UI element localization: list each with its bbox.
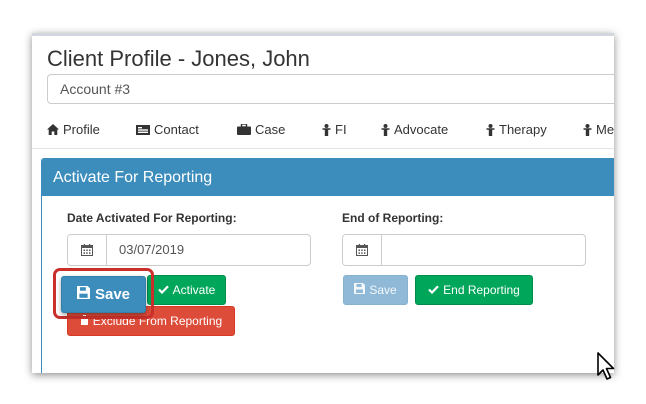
- panel-title: Activate For Reporting: [42, 159, 614, 196]
- tab-contact[interactable]: Contact: [136, 122, 199, 137]
- end-save-button[interactable]: Save: [343, 275, 408, 305]
- tab-me-label: Me: [596, 122, 614, 137]
- tab-fi[interactable]: FI: [322, 122, 347, 137]
- tab-advocate[interactable]: Advocate: [381, 122, 448, 137]
- activate-button[interactable]: Activate: [147, 275, 226, 305]
- contact-card-icon: [136, 124, 150, 135]
- tab-therapy[interactable]: Therapy: [486, 122, 547, 137]
- save-button[interactable]: Save: [61, 276, 146, 313]
- person-icon: [322, 123, 331, 136]
- check-icon: [428, 283, 439, 297]
- end-reporting-button[interactable]: End Reporting: [415, 275, 533, 305]
- activate-button-label: Activate: [172, 283, 216, 297]
- tab-contact-label: Contact: [154, 122, 199, 137]
- save-button-label: Save: [94, 286, 131, 303]
- tab-me[interactable]: Me: [583, 122, 614, 137]
- tab-advocate-label: Advocate: [394, 122, 449, 137]
- calendar-icon[interactable]: [343, 235, 382, 265]
- mouse-pointer-icon: [597, 352, 617, 387]
- end-reporting-button-label: End Reporting: [443, 283, 520, 297]
- check-icon: [157, 283, 169, 297]
- profile-tabs: Profile Contact Case FI Advocate Therapy…: [47, 122, 614, 144]
- person-icon: [486, 123, 495, 136]
- tabs-divider: [32, 148, 614, 149]
- calendar-icon[interactable]: [68, 235, 107, 265]
- client-profile-card: Client Profile - Jones, John Account #3 …: [32, 33, 614, 373]
- floppy-disk-icon: [354, 283, 366, 297]
- floppy-disk-icon: [76, 286, 90, 303]
- briefcase-icon: [237, 124, 251, 135]
- date-activated-label: Date Activated For Reporting:: [67, 211, 237, 225]
- activate-reporting-panel: Activate For Reporting Date Activated Fo…: [41, 158, 614, 373]
- tab-case-label: Case: [255, 122, 286, 137]
- tab-case[interactable]: Case: [237, 122, 285, 137]
- home-icon: [47, 124, 59, 135]
- person-icon: [583, 123, 592, 136]
- date-activated-input-group: 03/07/2019: [67, 234, 311, 266]
- account-select[interactable]: Account #3: [47, 74, 614, 104]
- end-reporting-label: End of Reporting:: [342, 211, 444, 225]
- end-save-button-label: Save: [369, 283, 397, 297]
- tab-fi-label: FI: [335, 122, 347, 137]
- end-reporting-input-group: [342, 234, 586, 266]
- tab-profile-label: Profile: [63, 122, 100, 137]
- end-reporting-input[interactable]: [382, 235, 585, 265]
- page-title: Client Profile - Jones, John: [47, 46, 310, 71]
- date-activated-input[interactable]: 03/07/2019: [107, 235, 310, 265]
- tab-therapy-label: Therapy: [499, 122, 547, 137]
- person-icon: [381, 123, 390, 136]
- screenshot-stage: Client Profile - Jones, John Account #3 …: [0, 0, 646, 404]
- tab-profile[interactable]: Profile: [47, 122, 100, 137]
